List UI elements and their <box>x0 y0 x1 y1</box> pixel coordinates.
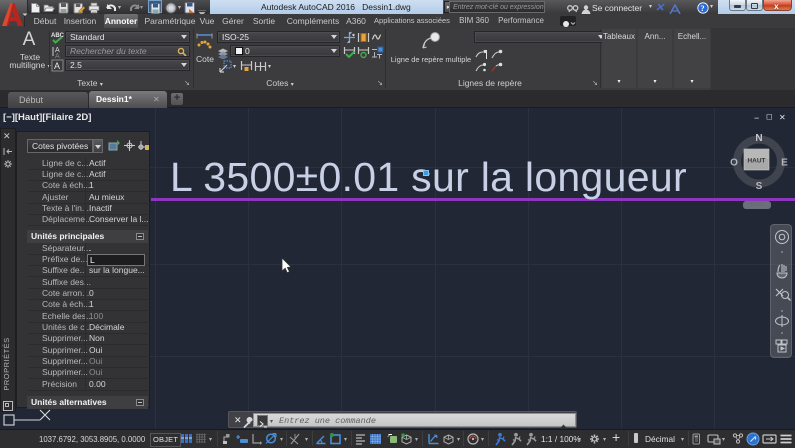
svg-text:S: S <box>756 181 763 192</box>
svg-text:HAUT: HAUT <box>747 158 765 165</box>
svg-text:E: E <box>781 158 788 169</box>
svg-text:N: N <box>755 133 762 144</box>
svg-text:A: A <box>54 61 60 71</box>
svg-text:O: O <box>730 158 738 169</box>
svg-text:A: A <box>55 53 60 58</box>
svg-text:?: ? <box>700 3 704 13</box>
